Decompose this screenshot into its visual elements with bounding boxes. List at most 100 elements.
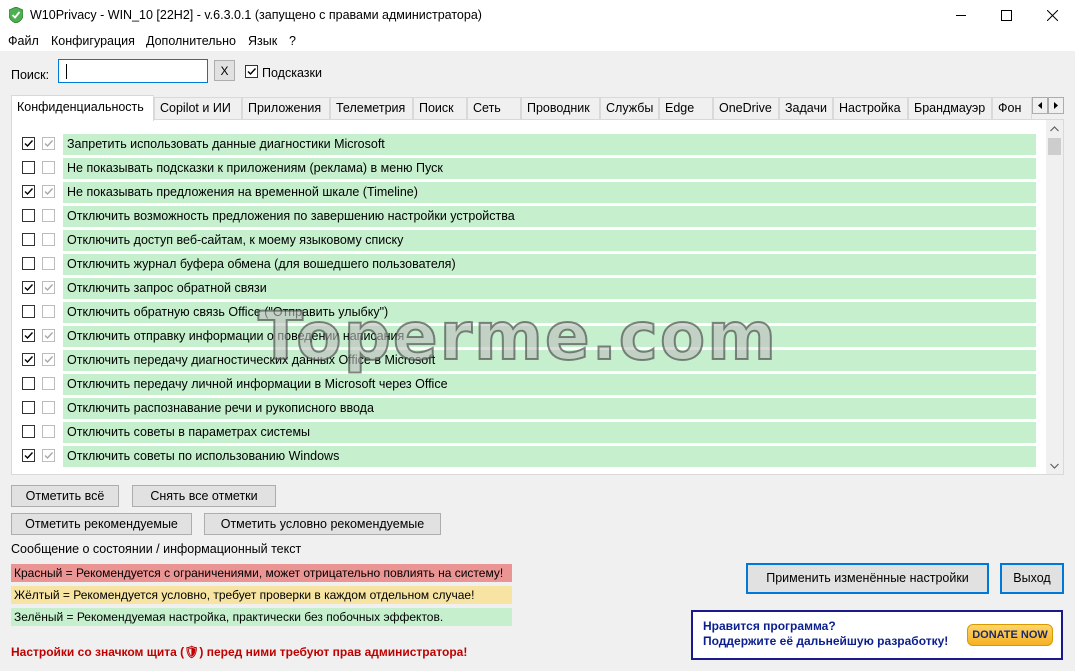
setting-label[interactable]: Отключить распознавание речи и рукописно…	[63, 398, 1036, 419]
tab-firewall[interactable]: Брандмауэр	[908, 97, 992, 119]
setting-checkbox-disabled	[42, 209, 55, 222]
apply-button[interactable]: Применить изменённые настройки	[746, 563, 989, 594]
setting-label[interactable]: Отключить советы в параметрах системы	[63, 422, 1036, 443]
donate-banner[interactable]: Нравится программа? Поддержите её дальне…	[691, 610, 1063, 660]
check-recommended-button[interactable]: Отметить рекомендуемые	[11, 513, 192, 535]
tab-telemetry[interactable]: Телеметрия	[330, 97, 413, 119]
close-icon	[1046, 10, 1058, 21]
checkmark-icon	[44, 332, 54, 340]
setting-checkbox-disabled	[42, 161, 55, 174]
check-all-button[interactable]: Отметить всё	[11, 485, 119, 507]
status-caption: Сообщение о состоянии / информационный т…	[11, 542, 302, 556]
scroll-up-icon[interactable]	[1046, 120, 1063, 137]
setting-checkbox-disabled	[42, 233, 55, 246]
setting-checkbox-disabled	[42, 185, 55, 198]
tab-copilot[interactable]: Copilot и ИИ	[154, 97, 242, 119]
tab-network[interactable]: Сеть	[467, 97, 521, 119]
checkmark-icon	[44, 452, 54, 460]
clear-search-button[interactable]: X	[214, 60, 235, 81]
setting-label[interactable]: Запретить использовать данные диагностик…	[63, 134, 1036, 155]
setting-row: Отключить передачу диагностических данны…	[12, 349, 1052, 371]
setting-label[interactable]: Отключить журнал буфера обмена (для воше…	[63, 254, 1036, 275]
check-conditional-button[interactable]: Отметить условно рекомендуемые	[204, 513, 441, 535]
setting-label[interactable]: Отключить отправку информации о поведени…	[63, 326, 1036, 347]
donate-line-2: Поддержите её дальнейшую разработку!	[703, 634, 949, 648]
setting-checkbox[interactable]	[22, 137, 35, 150]
window-title: W10Privacy - WIN_10 [22H2] - v.6.3.0.1 (…	[30, 8, 482, 22]
setting-checkbox[interactable]	[22, 161, 35, 174]
category-tabs: Конфиденциальность Copilot и ИИ Приложен…	[11, 95, 1064, 121]
checkmark-icon	[24, 188, 34, 196]
text-caret	[66, 64, 67, 79]
setting-label[interactable]: Не показывать подсказки к приложениям (р…	[63, 158, 1036, 179]
checkmark-icon	[24, 140, 34, 148]
setting-checkbox-disabled	[42, 281, 55, 294]
arrow-right-icon	[1054, 102, 1058, 109]
vertical-scrollbar[interactable]	[1046, 120, 1063, 474]
menu-file[interactable]: Файл	[8, 34, 39, 48]
menu-help[interactable]: ?	[289, 34, 296, 48]
arrow-left-icon	[1038, 102, 1042, 109]
tab-background[interactable]: Фон	[992, 97, 1032, 119]
menu-bar: Файл Конфигурация Дополнительно Язык ?	[0, 31, 1075, 51]
tab-services[interactable]: Службы	[600, 97, 659, 119]
setting-checkbox[interactable]	[22, 377, 35, 390]
checkmark-icon	[24, 452, 34, 460]
tab-tweaks[interactable]: Настройка	[833, 97, 908, 119]
setting-checkbox[interactable]	[22, 233, 35, 246]
setting-checkbox[interactable]	[22, 257, 35, 270]
donate-line-1: Нравится программа?	[703, 619, 836, 633]
setting-row: Отключить доступ веб-сайтам, к моему язы…	[12, 229, 1052, 251]
uncheck-all-button[interactable]: Снять все отметки	[132, 485, 276, 507]
setting-label[interactable]: Не показывать предложения на временной ш…	[63, 182, 1036, 203]
setting-label[interactable]: Отключить передачу личной информации в M…	[63, 374, 1036, 395]
setting-checkbox[interactable]	[22, 281, 35, 294]
setting-label[interactable]: Отключить передачу диагностических данны…	[63, 350, 1036, 371]
setting-row: Отключить распознавание речи и рукописно…	[12, 397, 1052, 419]
checkmark-icon	[44, 188, 54, 196]
setting-checkbox[interactable]	[22, 401, 35, 414]
checkmark-icon	[247, 68, 257, 76]
menu-additional[interactable]: Дополнительно	[146, 34, 236, 48]
tab-scroll-left-button[interactable]	[1032, 97, 1048, 114]
tab-search[interactable]: Поиск	[413, 97, 467, 119]
search-label: Поиск:	[11, 68, 50, 82]
tab-onedrive[interactable]: OneDrive	[713, 97, 779, 119]
hints-label: Подсказки	[262, 66, 322, 80]
tab-privacy[interactable]: Конфиденциальность	[11, 95, 154, 121]
setting-checkbox[interactable]	[22, 209, 35, 222]
tab-tasks[interactable]: Задачи	[779, 97, 833, 119]
setting-label[interactable]: Отключить советы по использованию Window…	[63, 446, 1036, 467]
menu-configuration[interactable]: Конфигурация	[51, 34, 135, 48]
setting-label[interactable]: Отключить обратную связь Office ("Отправ…	[63, 302, 1036, 323]
setting-checkbox[interactable]	[22, 305, 35, 318]
setting-checkbox[interactable]	[22, 449, 35, 462]
hints-checkbox[interactable]	[245, 65, 258, 78]
setting-checkbox[interactable]	[22, 353, 35, 366]
setting-checkbox[interactable]	[22, 329, 35, 342]
tab-apps[interactable]: Приложения	[242, 97, 330, 119]
setting-label[interactable]: Отключить доступ веб-сайтам, к моему язы…	[63, 230, 1036, 251]
setting-label[interactable]: Отключить запрос обратной связи	[63, 278, 1036, 299]
scrollbar-thumb[interactable]	[1048, 138, 1061, 155]
maximize-icon	[1000, 10, 1012, 21]
setting-label[interactable]: Отключить возможность предложения по зав…	[63, 206, 1036, 227]
setting-row: Отключить советы по использованию Window…	[12, 445, 1052, 467]
donate-button[interactable]: DONATE NOW	[967, 624, 1053, 646]
setting-row: Отключить обратную связь Office ("Отправ…	[12, 301, 1052, 323]
scroll-down-icon[interactable]	[1046, 457, 1063, 474]
minimize-button[interactable]	[938, 0, 984, 31]
setting-checkbox-disabled	[42, 377, 55, 390]
setting-checkbox[interactable]	[22, 185, 35, 198]
tab-edge[interactable]: Edge	[659, 97, 713, 119]
close-button[interactable]	[1029, 0, 1075, 31]
setting-checkbox[interactable]	[22, 425, 35, 438]
setting-checkbox-disabled	[42, 137, 55, 150]
tab-scroll-right-button[interactable]	[1048, 97, 1064, 114]
menu-language[interactable]: Язык	[248, 34, 277, 48]
settings-list-panel: Запретить использовать данные диагностик…	[11, 119, 1064, 475]
maximize-button[interactable]	[983, 0, 1029, 31]
search-input[interactable]	[58, 59, 208, 83]
tab-explorer[interactable]: Проводник	[521, 97, 600, 119]
exit-button[interactable]: Выход	[1000, 563, 1064, 594]
